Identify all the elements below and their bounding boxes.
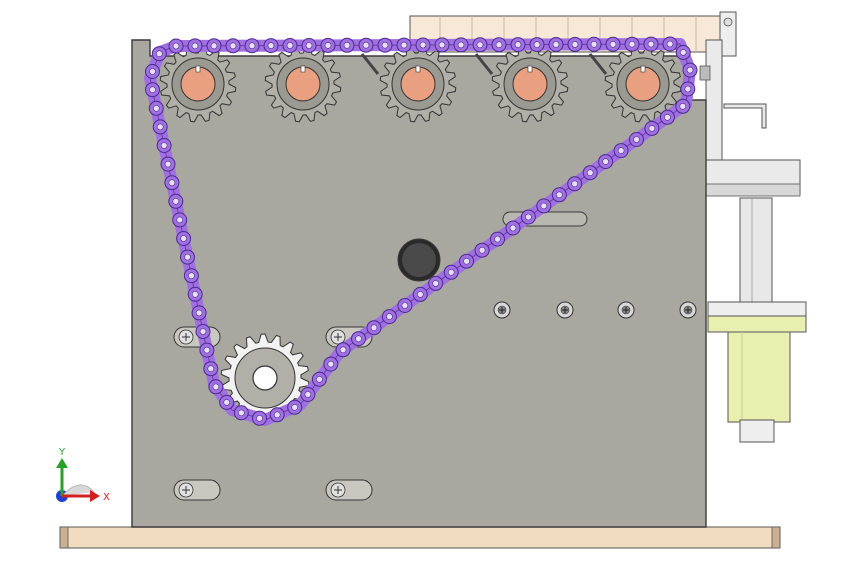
chain-drive-assembly: Y X (56, 11, 807, 549)
x-axis-label: X (103, 492, 110, 503)
right-mechanism (699, 39, 807, 443)
screw-3 (617, 301, 635, 319)
slot-3 (173, 479, 221, 501)
screw-2 (556, 301, 574, 319)
y-axis-label: Y (58, 447, 66, 458)
base-board (59, 526, 781, 549)
screw-1 (493, 301, 511, 319)
slot-4 (325, 479, 373, 501)
cad-viewport[interactable]: Y X (0, 0, 867, 562)
screw-4 (679, 301, 697, 319)
axis-triad: Y X (56, 447, 110, 503)
